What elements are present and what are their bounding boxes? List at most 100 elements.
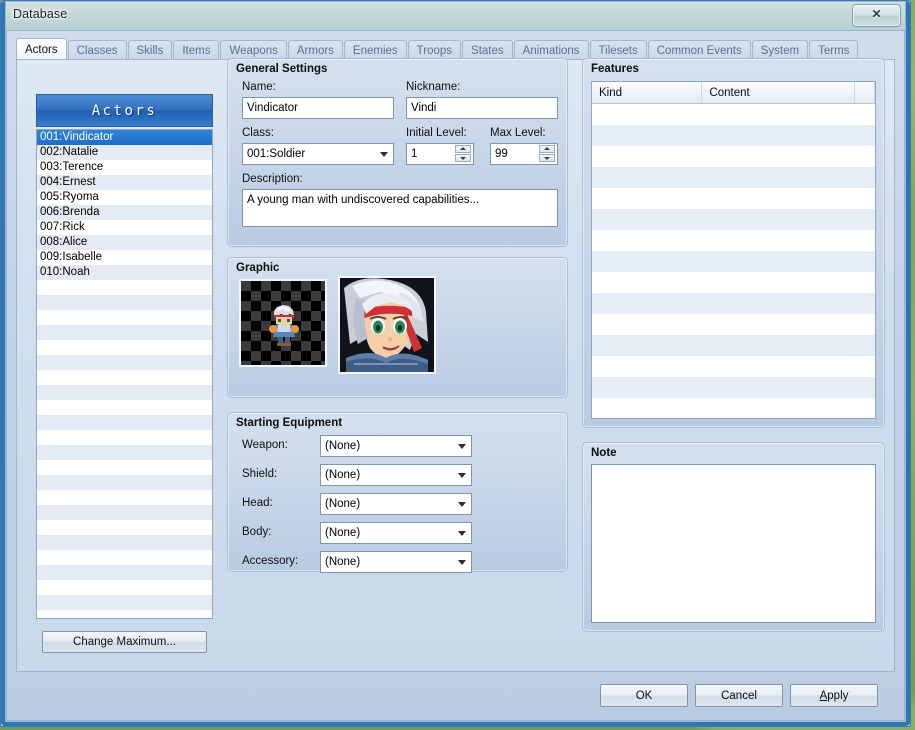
features-table-row[interactable]	[592, 314, 875, 335]
actor-list-item-empty[interactable]	[37, 475, 212, 490]
tab-terms[interactable]: Terms	[809, 40, 859, 60]
features-table-row[interactable]	[592, 293, 875, 314]
actor-list-item[interactable]: 006:Brenda	[37, 205, 212, 220]
features-table-body[interactable]	[592, 104, 875, 418]
change-maximum-button[interactable]: Change Maximum...	[42, 631, 207, 653]
tab-animations[interactable]: Animations	[513, 40, 589, 60]
actor-list-item-empty[interactable]	[37, 355, 212, 370]
features-table-header: Kind Content	[592, 82, 875, 104]
equipment-slot-dropdown[interactable]: (None)	[320, 493, 472, 515]
spin-down-button[interactable]	[539, 154, 555, 162]
nickname-field[interactable]: Vindi	[406, 97, 558, 119]
class-dropdown[interactable]: 001:Soldier	[242, 143, 394, 165]
actor-list-item-empty[interactable]	[37, 385, 212, 400]
actor-list-item-empty[interactable]	[37, 580, 212, 595]
actor-list-item-empty[interactable]	[37, 400, 212, 415]
actor-list-item-empty[interactable]	[37, 295, 212, 310]
close-button[interactable]: ✕	[852, 4, 901, 27]
features-column-header[interactable]: Content	[702, 82, 856, 103]
equipment-slot-dropdown[interactable]: (None)	[320, 435, 472, 457]
equipment-slot-dropdown[interactable]: (None)	[320, 522, 472, 544]
actor-list-item[interactable]: 001:Vindicator	[37, 130, 212, 145]
features-table-row[interactable]	[592, 356, 875, 377]
tab-system[interactable]: System	[751, 40, 809, 60]
features-table-row[interactable]	[592, 146, 875, 167]
apply-button[interactable]: Apply	[790, 684, 878, 707]
initial-level-stepper[interactable]: 1	[406, 143, 474, 165]
features-table-row[interactable]	[592, 272, 875, 293]
actor-list-item-empty[interactable]	[37, 445, 212, 460]
features-table-row[interactable]	[592, 335, 875, 356]
ok-button-label: OK	[635, 689, 653, 702]
spin-up-button[interactable]	[539, 145, 555, 153]
actor-list-item[interactable]: 009:Isabelle	[37, 250, 212, 265]
name-field[interactable]: Vindicator	[242, 97, 394, 119]
tab-common-events[interactable]: Common Events	[647, 40, 751, 60]
actor-list-item-empty[interactable]	[37, 415, 212, 430]
tab-enemies[interactable]: Enemies	[343, 40, 407, 60]
actor-list-item[interactable]: 010:Noah	[37, 265, 212, 280]
actor-list-item[interactable]: 008:Alice	[37, 235, 212, 250]
actor-list-item-empty[interactable]	[37, 280, 212, 295]
actor-list-item-empty[interactable]	[37, 430, 212, 445]
features-table-row[interactable]	[592, 251, 875, 272]
database-tabstrip: Actors Classes Skills Items Weapons Armors Ene…	[16, 38, 895, 60]
actor-list-item-empty[interactable]	[37, 490, 212, 505]
max-level-spin-buttons[interactable]	[539, 145, 555, 163]
features-table-row[interactable]	[592, 230, 875, 251]
features-table-row[interactable]	[592, 167, 875, 188]
actor-list-item-empty[interactable]	[37, 460, 212, 475]
character-sprite-thumbnail[interactable]	[239, 279, 327, 367]
initial-level-spin-buttons[interactable]	[455, 145, 471, 163]
equipment-slot-dropdown[interactable]: (None)	[320, 551, 472, 573]
actor-list-item[interactable]: 007:Rick	[37, 220, 212, 235]
features-table-row[interactable]	[592, 209, 875, 230]
actor-list-item-empty[interactable]	[37, 505, 212, 520]
face-portrait-thumbnail[interactable]	[338, 276, 436, 374]
features-table-row[interactable]	[592, 377, 875, 398]
tab-armors[interactable]: Armors	[287, 40, 343, 60]
actor-list-item-empty[interactable]	[37, 565, 212, 580]
tab-skills[interactable]: Skills	[127, 40, 173, 60]
features-table-row[interactable]	[592, 125, 875, 146]
features-table[interactable]: Kind Content	[591, 81, 876, 419]
spin-down-button[interactable]	[455, 154, 471, 162]
tab-items[interactable]: Items	[173, 40, 220, 60]
actor-list-item-empty[interactable]	[37, 325, 212, 340]
tab-troops[interactable]: Troops	[407, 40, 462, 60]
actor-list-item[interactable]: 004:Ernest	[37, 175, 212, 190]
spin-up-button[interactable]	[455, 145, 471, 153]
features-table-row[interactable]	[592, 104, 875, 125]
tab-actors[interactable]: Actors	[16, 38, 67, 60]
actor-list-item-empty[interactable]	[37, 610, 212, 618]
actors-listbox[interactable]: 001:Vindicator 002:Natalie 003:Terence 004:…	[36, 129, 213, 619]
features-group: Features Kind Content	[582, 58, 885, 428]
tab-weapons[interactable]: Weapons	[220, 40, 287, 60]
actor-list-item-empty[interactable]	[37, 595, 212, 610]
actor-list-item-empty[interactable]	[37, 370, 212, 385]
actor-list-item[interactable]: 003:Terence	[37, 160, 212, 175]
ok-button[interactable]: OK	[600, 684, 688, 707]
actor-list-item-empty[interactable]	[37, 340, 212, 355]
equipment-slot-dropdown[interactable]: (None)	[320, 464, 472, 486]
tab-classes[interactable]: Classes	[67, 40, 127, 60]
tab-tilesets[interactable]: Tilesets	[589, 40, 647, 60]
features-table-row[interactable]	[592, 398, 875, 418]
actor-list-item-empty[interactable]	[37, 535, 212, 550]
cancel-button[interactable]: Cancel	[695, 684, 783, 707]
actor-list-item[interactable]: 005:Ryoma	[37, 190, 212, 205]
tab-states[interactable]: States	[462, 40, 513, 60]
note-textarea[interactable]	[591, 464, 876, 623]
actor-list-item[interactable]: 002:Natalie	[37, 145, 212, 160]
window-titlebar[interactable]: Database ✕	[1, 1, 910, 31]
features-column-header[interactable]: Kind	[592, 82, 703, 103]
equipment-slot-label: Shield:	[242, 468, 278, 480]
description-field[interactable]: A young man with undiscovered capabiliti…	[242, 189, 558, 227]
actor-list-item-empty[interactable]	[37, 520, 212, 535]
actor-list-item-empty[interactable]	[37, 310, 212, 325]
actor-list-item-empty[interactable]	[37, 550, 212, 565]
features-table-row[interactable]	[592, 188, 875, 209]
features-column-header[interactable]	[855, 82, 875, 103]
max-level-stepper[interactable]: 99	[490, 143, 558, 165]
tab-label: Tilesets	[598, 44, 638, 57]
